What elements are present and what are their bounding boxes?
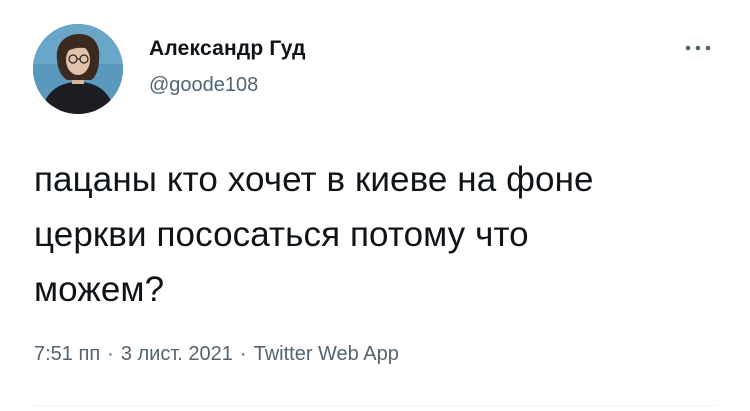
tweet-text-line: пацаны кто хочет в киеве на фоне — [34, 160, 594, 199]
tweet-time[interactable]: 7:51 пп — [34, 343, 100, 365]
more-horizontal-icon — [685, 45, 711, 51]
meta-separator: · — [107, 343, 114, 365]
tweet-source[interactable]: Twitter Web App — [254, 343, 399, 365]
tweet-text-line: церкви пососаться потому что — [34, 215, 529, 254]
author-handle[interactable]: @goode108 — [149, 74, 258, 97]
author-display-name[interactable]: Александр Гуд — [149, 37, 306, 61]
more-options-button[interactable] — [678, 36, 718, 60]
user-avatar[interactable] — [33, 24, 123, 114]
tweet-card: Александр Гуд @goode108 пацаны кто хочет… — [0, 0, 750, 411]
tweet-date[interactable]: 3 лист. 2021 — [121, 343, 233, 365]
tweet-text: пацаны кто хочет в киеве на фоне церкви … — [34, 152, 734, 317]
divider — [34, 405, 716, 406]
meta-separator: · — [239, 343, 247, 365]
tweet-text-line: можем? — [34, 270, 165, 309]
avatar-image — [33, 24, 123, 114]
tweet-metadata: 7:51 пп · 3 лист. 2021 · Twitter Web App — [34, 343, 399, 366]
